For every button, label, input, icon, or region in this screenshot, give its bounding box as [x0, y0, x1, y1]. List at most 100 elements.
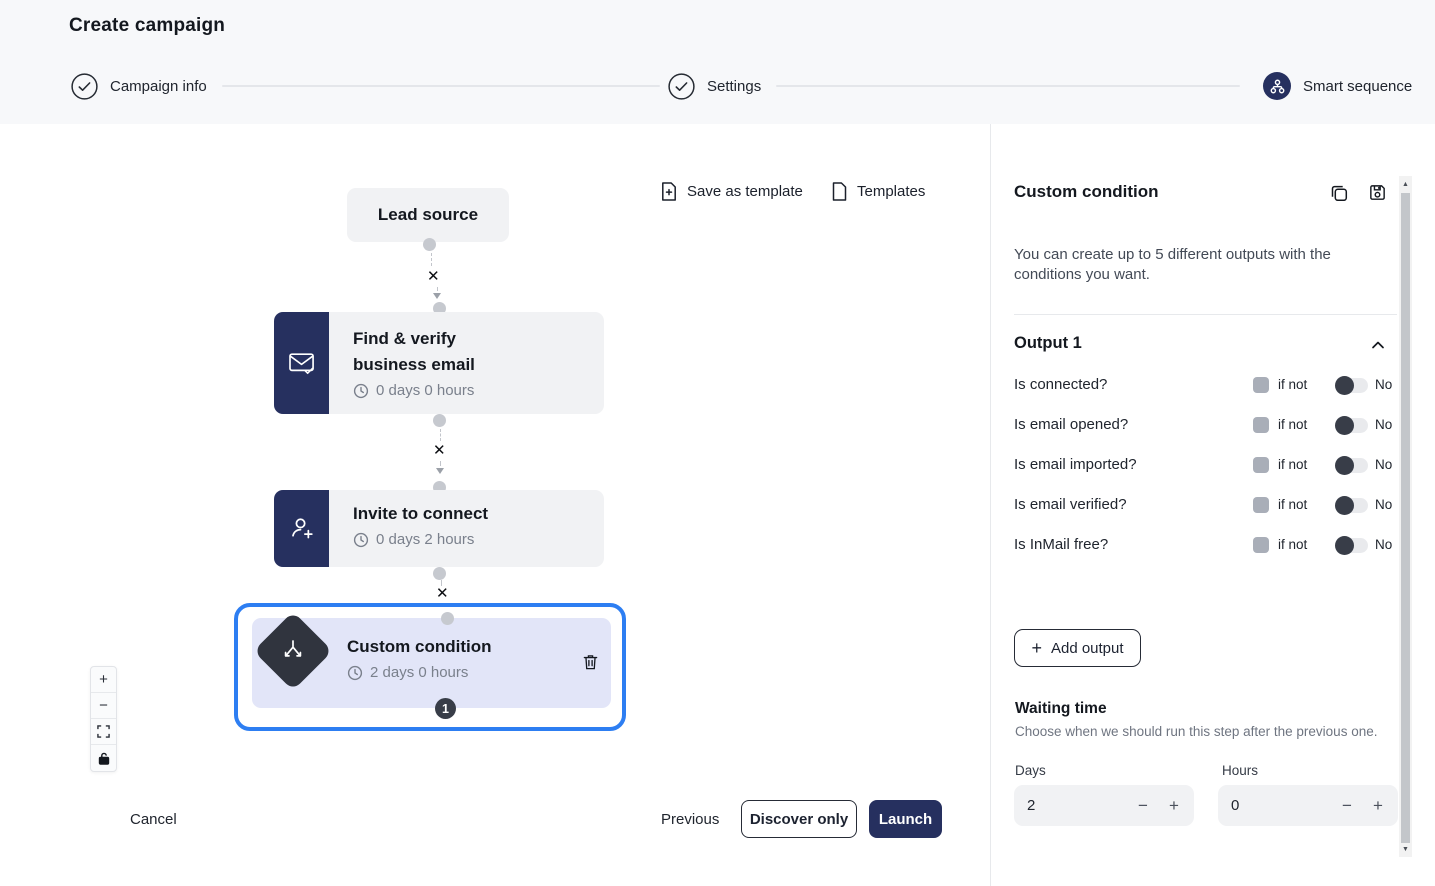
- panel-divider-line: [1014, 314, 1397, 315]
- condition-label: Is InMail free?: [1014, 536, 1108, 553]
- person-add-icon: [274, 490, 329, 567]
- email-check-icon: [274, 312, 329, 414]
- condition-label: Is connected?: [1014, 376, 1107, 393]
- remove-connection-icon[interactable]: ✕: [427, 270, 440, 284]
- node-find-verify-email[interactable]: Find & verify business email 0 days 0 ho…: [274, 312, 604, 414]
- condition-row: Is connected? if not No: [1014, 376, 1400, 396]
- toggle-state-label: No: [1375, 377, 1392, 392]
- stepper-step-campaign-info[interactable]: Campaign info: [71, 72, 207, 100]
- save-as-template-button[interactable]: Save as template: [661, 182, 803, 201]
- remove-connection-icon[interactable]: ✕: [436, 587, 449, 601]
- hours-increment-button[interactable]: +: [1365, 785, 1391, 826]
- node-custom-condition[interactable]: Custom condition 2 days 0 hours 1: [252, 618, 611, 708]
- days-increment-button[interactable]: +: [1161, 785, 1187, 826]
- clock-icon: [347, 665, 363, 681]
- connector-handle-dot: [441, 612, 454, 625]
- panel-title: Custom condition: [1014, 182, 1158, 202]
- delete-node-button[interactable]: [577, 649, 603, 675]
- days-decrement-button[interactable]: −: [1130, 785, 1156, 826]
- connector-line: [431, 253, 432, 266]
- file-icon: [832, 182, 847, 201]
- connector-line: [440, 429, 441, 441]
- condition-row: Is email verified? if not No: [1014, 496, 1400, 516]
- days-label: Days: [1015, 763, 1046, 778]
- hours-decrement-button[interactable]: −: [1334, 785, 1360, 826]
- condition-checkbox[interactable]: [1253, 537, 1269, 553]
- condition-row: Is email opened? if not No: [1014, 416, 1400, 436]
- chevron-up-icon[interactable]: [1369, 336, 1387, 354]
- add-output-label: Add output: [1051, 640, 1124, 657]
- stepper-connector: [776, 85, 1240, 87]
- discover-only-button[interactable]: Discover only: [741, 800, 857, 838]
- scroll-up-icon[interactable]: ▲: [1399, 177, 1412, 191]
- node-title: Lead source: [378, 205, 478, 225]
- floppy-save-icon: [1368, 183, 1387, 202]
- days-input[interactable]: [1027, 785, 1127, 826]
- condition-toggle[interactable]: [1337, 498, 1368, 513]
- panel-description: You can create up to 5 different outputs…: [1014, 245, 1354, 285]
- if-not-label: if not: [1278, 417, 1307, 432]
- lock-icon[interactable]: [91, 745, 116, 771]
- create-campaign-screen: Create campaign Campaign info Settings S…: [0, 0, 1435, 886]
- fit-view-icon[interactable]: [91, 719, 116, 745]
- condition-checkbox[interactable]: [1253, 377, 1269, 393]
- condition-checkbox[interactable]: [1253, 417, 1269, 433]
- stepper-step-smart-sequence[interactable]: Smart sequence: [1263, 72, 1412, 100]
- duplicate-step-button[interactable]: [1329, 183, 1349, 203]
- condition-label: Is email opened?: [1014, 416, 1128, 433]
- stepper-step-settings[interactable]: Settings: [668, 72, 761, 100]
- node-invite-to-connect[interactable]: Invite to connect 0 days 2 hours: [274, 490, 604, 567]
- add-output-button[interactable]: + Add output: [1014, 629, 1141, 667]
- trash-icon: [582, 653, 599, 671]
- condition-toggle[interactable]: [1337, 418, 1368, 433]
- launch-button[interactable]: Launch: [869, 800, 942, 838]
- node-delay: 2 days 0 hours: [347, 664, 491, 681]
- zoom-out-icon[interactable]: −: [91, 693, 116, 719]
- condition-toggle[interactable]: [1337, 458, 1368, 473]
- node-title: Invite to connect: [353, 501, 488, 527]
- condition-label: Is email imported?: [1014, 456, 1137, 473]
- remove-connection-icon[interactable]: ✕: [433, 444, 446, 458]
- copy-icon: [1329, 183, 1349, 203]
- scroll-down-icon[interactable]: ▼: [1399, 842, 1412, 856]
- templates-button[interactable]: Templates: [832, 182, 925, 201]
- plus-icon: +: [1031, 641, 1042, 655]
- clock-icon: [353, 532, 369, 548]
- step-label: Smart sequence: [1303, 78, 1412, 95]
- toggle-state-label: No: [1375, 497, 1392, 512]
- previous-button[interactable]: Previous: [661, 811, 719, 828]
- node-lead-source[interactable]: Lead source: [347, 188, 509, 242]
- condition-checkbox[interactable]: [1253, 457, 1269, 473]
- node-title: Find & verify business email: [353, 326, 513, 378]
- cancel-button[interactable]: Cancel: [130, 811, 177, 828]
- save-as-template-label: Save as template: [687, 183, 803, 200]
- save-step-button[interactable]: [1368, 183, 1388, 203]
- toggle-knob: [1335, 416, 1354, 435]
- if-not-label: if not: [1278, 457, 1307, 472]
- step-label: Settings: [707, 78, 761, 95]
- hours-input[interactable]: [1231, 785, 1331, 826]
- panel-scrollbar[interactable]: ▲ ▼: [1399, 176, 1412, 857]
- condition-checkbox[interactable]: [1253, 497, 1269, 513]
- connector-line: [440, 461, 441, 466]
- scrollbar-thumb[interactable]: [1401, 193, 1410, 843]
- waiting-time-title: Waiting time: [1015, 700, 1107, 718]
- hours-input-group: − +: [1218, 785, 1398, 826]
- node-custom-condition-selection[interactable]: Custom condition 2 days 0 hours 1: [234, 603, 626, 731]
- file-plus-icon: [661, 182, 677, 201]
- connector-handle-dot: [423, 238, 436, 251]
- clock-icon: [353, 383, 369, 399]
- toggle-state-label: No: [1375, 417, 1392, 432]
- zoom-in-icon[interactable]: +: [91, 667, 116, 693]
- days-input-group: − +: [1014, 785, 1194, 826]
- connector-line: [437, 287, 438, 291]
- connector-handle-dot: [433, 414, 446, 427]
- toggle-knob: [1335, 456, 1354, 475]
- node-delay: 0 days 0 hours: [353, 382, 513, 399]
- condition-toggle[interactable]: [1337, 538, 1368, 553]
- if-not-label: if not: [1278, 497, 1307, 512]
- if-not-label: if not: [1278, 377, 1307, 392]
- condition-toggle[interactable]: [1337, 378, 1368, 393]
- condition-label: Is email verified?: [1014, 496, 1127, 513]
- connector-arrow-icon: [433, 293, 441, 299]
